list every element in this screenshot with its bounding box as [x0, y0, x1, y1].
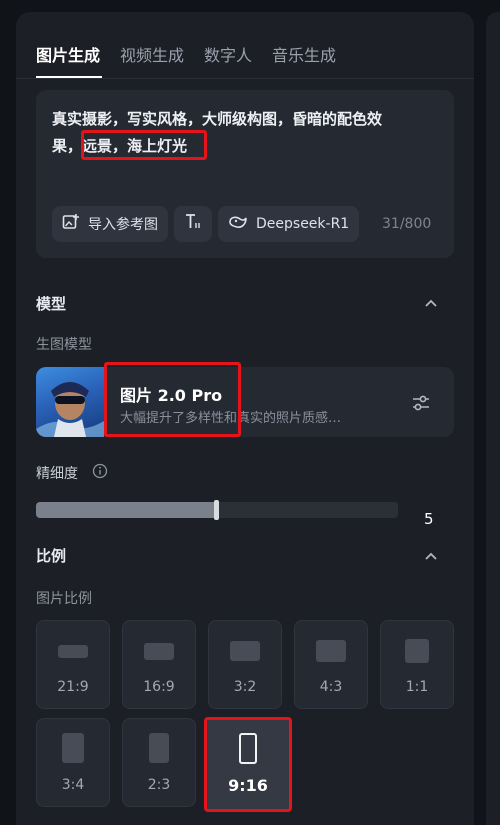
- ratio-option-2-3[interactable]: 2:3: [122, 718, 196, 807]
- sliders-icon[interactable]: [410, 392, 432, 414]
- ratio-option-9-16[interactable]: 9:16: [204, 717, 292, 812]
- ratio-label: 9:16: [228, 776, 268, 795]
- ratio-3-2-shape-icon: [230, 641, 260, 661]
- deepseek-icon: [228, 214, 248, 234]
- ratio-label: 21:9: [57, 679, 89, 695]
- ratio-option-4-3[interactable]: 4:3: [294, 620, 368, 709]
- chevron-up-icon[interactable]: [424, 295, 438, 309]
- tab-image-generation[interactable]: 图片生成: [36, 42, 100, 78]
- precision-slider[interactable]: [36, 500, 398, 520]
- ratio-1-1-shape-icon: [405, 639, 429, 663]
- precision-value: 5: [424, 510, 434, 528]
- tab-video-generation[interactable]: 视频生成: [120, 42, 184, 78]
- generation-panel: 图片生成 视频生成 数字人 音乐生成 真实摄影，写实风格，大师级构图，昏暗的配色…: [16, 12, 474, 825]
- prompt-toolbar: 导入参考图 Deepseek-R1: [52, 206, 360, 242]
- ratio-9-16-shape-icon: [239, 733, 257, 764]
- tab-digital-human[interactable]: 数字人: [204, 42, 252, 78]
- ratio-option-3-2[interactable]: 3:2: [208, 620, 282, 709]
- ratio-section-title: 比例: [36, 547, 67, 565]
- model-chip-button[interactable]: Deepseek-R1: [218, 206, 360, 242]
- character-counter: 31/800: [382, 216, 432, 232]
- prompt-highlight-box: [81, 130, 207, 160]
- ratio-label: 2:3: [147, 777, 171, 793]
- ratio-2-3-shape-icon: [149, 733, 169, 763]
- ratio-label: 1:1: [405, 679, 429, 695]
- precision-label: 精细度: [36, 466, 78, 482]
- precision-slider-handle[interactable]: [214, 500, 219, 520]
- model-chip-label: Deepseek-R1: [256, 216, 350, 232]
- ratio-3-4-shape-icon: [62, 733, 84, 763]
- image-add-icon: [62, 213, 80, 235]
- import-reference-button[interactable]: 导入参考图: [52, 206, 168, 242]
- prompt-input[interactable]: 真实摄影，写实风格，大师级构图，昏暗的配色效 果，远景，海上灯光 导入参考图 D…: [36, 90, 454, 258]
- ratio-sub-label: 图片比例: [36, 591, 92, 607]
- import-reference-label: 导入参考图: [88, 217, 158, 233]
- adjacent-panel-edge: [486, 12, 500, 825]
- text-format-icon: [185, 213, 201, 235]
- ratio-16-9-shape-icon: [144, 643, 174, 660]
- chevron-up-icon[interactable]: [424, 548, 438, 562]
- ratio-label: 16:9: [143, 679, 175, 695]
- model-thumbnail: [36, 367, 104, 437]
- ratio-21-9-shape-icon: [58, 645, 88, 658]
- ratio-label: 4:3: [319, 679, 343, 695]
- text-style-button[interactable]: [174, 206, 212, 242]
- ratio-option-16-9[interactable]: 16:9: [122, 620, 196, 709]
- ratio-option-3-4[interactable]: 3:4: [36, 718, 110, 807]
- model-selector-card[interactable]: 图片 2.0 Pro 大幅提升了多样性和真实的照片质感…: [36, 367, 454, 437]
- ratio-option-21-9[interactable]: 21:9: [36, 620, 110, 709]
- ratio-4-3-shape-icon: [316, 640, 346, 662]
- tab-divider: [16, 78, 474, 79]
- ratio-option-1-1[interactable]: 1:1: [380, 620, 454, 709]
- tab-bar: 图片生成 视频生成 数字人 音乐生成: [36, 42, 336, 78]
- ratio-label: 3:4: [61, 777, 85, 793]
- info-icon[interactable]: [92, 463, 108, 483]
- model-highlight-box: [104, 362, 241, 437]
- ratio-label: 3:2: [233, 679, 257, 695]
- precision-slider-fill: [36, 502, 217, 518]
- prompt-line-1: 真实摄影，写实风格，大师级构图，昏暗的配色效: [52, 110, 383, 128]
- model-section-title: 模型: [36, 295, 67, 313]
- model-sub-label: 生图模型: [36, 337, 92, 353]
- tab-music-generation[interactable]: 音乐生成: [272, 42, 336, 78]
